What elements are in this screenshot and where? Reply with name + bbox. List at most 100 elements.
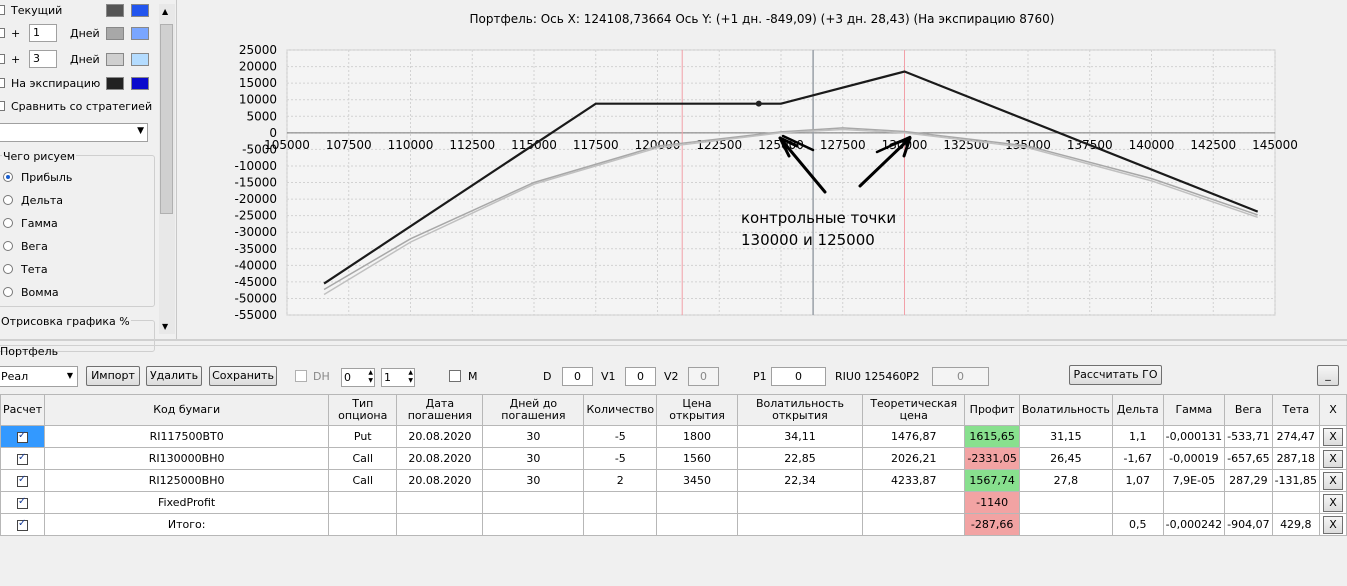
minimize-button[interactable]: _ (1317, 365, 1339, 386)
spinner-arrows-icon[interactable]: ▲ ▼ (368, 369, 373, 385)
calc-checkbox-cell[interactable] (0, 491, 46, 514)
col-header[interactable]: Волатильность открытия (736, 394, 864, 426)
cell-type[interactable]: Call (328, 469, 398, 492)
cell-theo[interactable] (862, 513, 966, 536)
left-scrollbar[interactable]: ▲ ▼ (159, 4, 175, 334)
cell-date[interactable]: 20.08.2020 (396, 447, 484, 470)
cell-vol[interactable]: 31,15 (1018, 425, 1113, 448)
cell-vol_open[interactable]: 22,85 (736, 447, 864, 470)
cell-vol[interactable]: 27,8 (1018, 469, 1113, 492)
cell-days[interactable] (482, 491, 585, 514)
day1-checkbox[interactable] (0, 28, 5, 41)
cell-vol_open[interactable] (736, 491, 864, 514)
d-field[interactable]: 0 (562, 367, 593, 386)
splitter[interactable] (0, 339, 1347, 341)
cell-gamma[interactable]: -0,000131 (1162, 425, 1226, 448)
cell-open[interactable]: 1560 (656, 447, 738, 470)
calc-checkbox[interactable] (17, 518, 29, 531)
cell-date[interactable]: 20.08.2020 (396, 469, 484, 492)
v1-field[interactable]: 0 (625, 367, 656, 386)
cell-vega[interactable]: 287,29 (1224, 469, 1273, 492)
table-row[interactable]: RI130000BH0Call20.08.202030-5156022,8520… (0, 447, 1347, 470)
col-header[interactable]: Расчет (0, 394, 46, 426)
col-header[interactable]: Количество (583, 394, 658, 426)
col-header[interactable]: Тип опциона (328, 394, 398, 426)
cell-gamma[interactable]: -0,000242 (1162, 513, 1226, 536)
cell-code[interactable]: RI130000BH0 (44, 447, 330, 470)
cell-date[interactable] (396, 491, 484, 514)
table-row[interactable]: Итого: -287,66 0,5-0,000242-904,07429,8X (0, 513, 1347, 536)
cell-type[interactable]: Put (328, 425, 398, 448)
day1-color-b[interactable] (131, 27, 149, 40)
col-header[interactable]: Дельта (1111, 394, 1164, 426)
cell-profit[interactable]: 1567,74 (964, 469, 1020, 492)
cell-code[interactable]: RI117500BT0 (44, 425, 330, 448)
radio-profit[interactable] (3, 172, 13, 182)
p2-field[interactable]: 0 (932, 367, 989, 386)
cell-qty[interactable]: -5 (583, 425, 658, 448)
portfolio-select[interactable]: Реал ▼ (0, 366, 78, 387)
cell-profit[interactable]: 1615,65 (964, 425, 1020, 448)
cell-delta[interactable]: -1,67 (1111, 447, 1164, 470)
col-header[interactable]: Теоретическая цена (862, 394, 966, 426)
save-button[interactable]: Сохранить (209, 366, 277, 386)
cell-date[interactable] (396, 513, 484, 536)
day3-color-b[interactable] (131, 53, 149, 66)
cell-qty[interactable] (583, 491, 658, 514)
cell-delta[interactable]: 1,07 (1111, 469, 1164, 492)
day3-checkbox[interactable] (0, 54, 5, 67)
cell-theo[interactable]: 2026,21 (862, 447, 966, 470)
cell-vol[interactable] (1018, 491, 1113, 514)
cell-profit[interactable]: -2331,05 (964, 447, 1020, 470)
expiration-checkbox[interactable] (0, 78, 5, 91)
cell-vol_open[interactable]: 34,11 (736, 425, 864, 448)
table-row[interactable]: FixedProfit -1140 X (0, 491, 1347, 514)
delete-row-button[interactable]: X (1323, 427, 1344, 446)
cell-days[interactable]: 30 (482, 425, 585, 448)
scrollbar-thumb[interactable] (160, 24, 173, 214)
profit-chart[interactable]: 2500020000150001000050000-5000-10000-150… (177, 0, 1347, 339)
radio-vega[interactable] (3, 241, 13, 251)
cell-gamma[interactable]: -0,00019 (1162, 447, 1226, 470)
cell-vol[interactable]: 26,45 (1018, 447, 1113, 470)
cell-vega[interactable]: -657,65 (1224, 447, 1273, 470)
cell-vol_open[interactable] (736, 513, 864, 536)
table-row[interactable]: RI125000BH0Call20.08.2020302345022,34423… (0, 469, 1347, 492)
calc-checkbox[interactable] (17, 474, 29, 487)
cell-open[interactable]: 1800 (656, 425, 738, 448)
radio-theta[interactable] (3, 264, 13, 274)
cell-open[interactable]: 3450 (656, 469, 738, 492)
day1-input[interactable]: 1 (29, 24, 57, 42)
calc-checkbox[interactable] (17, 496, 29, 509)
radio-gamma[interactable] (3, 218, 13, 228)
cell-type[interactable]: Call (328, 447, 398, 470)
cell-code[interactable]: RI125000BH0 (44, 469, 330, 492)
cell-delta[interactable]: 0,5 (1111, 513, 1164, 536)
cell-theo[interactable]: 1476,87 (862, 425, 966, 448)
col-header[interactable]: Тета (1271, 394, 1321, 426)
day3-input[interactable]: 3 (29, 50, 57, 68)
delete-button[interactable]: Удалить (146, 366, 202, 386)
cell-theta[interactable]: 287,18 (1271, 447, 1321, 470)
cell-vega[interactable]: -904,07 (1224, 513, 1273, 536)
day1-color-a[interactable] (106, 27, 124, 40)
calc-checkbox[interactable] (17, 452, 29, 465)
spin1-input[interactable]: 0 ▲ ▼ (341, 368, 375, 387)
radio-delta[interactable] (3, 195, 13, 205)
compare-checkbox[interactable] (0, 101, 5, 114)
current-checkbox[interactable] (0, 5, 5, 18)
calc-checkbox-cell[interactable] (0, 469, 46, 492)
cell-vega[interactable] (1224, 491, 1273, 514)
expiration-color-b[interactable] (131, 77, 149, 90)
spin2-input[interactable]: 1 ▲ ▼ (381, 368, 415, 387)
delete-row-button[interactable]: X (1323, 449, 1344, 468)
calc-checkbox-cell[interactable] (0, 425, 46, 448)
expiration-color-a[interactable] (106, 77, 124, 90)
cell-vol_open[interactable]: 22,34 (736, 469, 864, 492)
col-header[interactable]: Волатильность (1018, 394, 1113, 426)
cell-profit[interactable]: -1140 (964, 491, 1020, 514)
cell-gamma[interactable]: 7,9E-05 (1162, 469, 1226, 492)
day3-color-a[interactable] (106, 53, 124, 66)
cell-gamma[interactable] (1162, 491, 1226, 514)
cell-delta[interactable]: 1,1 (1111, 425, 1164, 448)
